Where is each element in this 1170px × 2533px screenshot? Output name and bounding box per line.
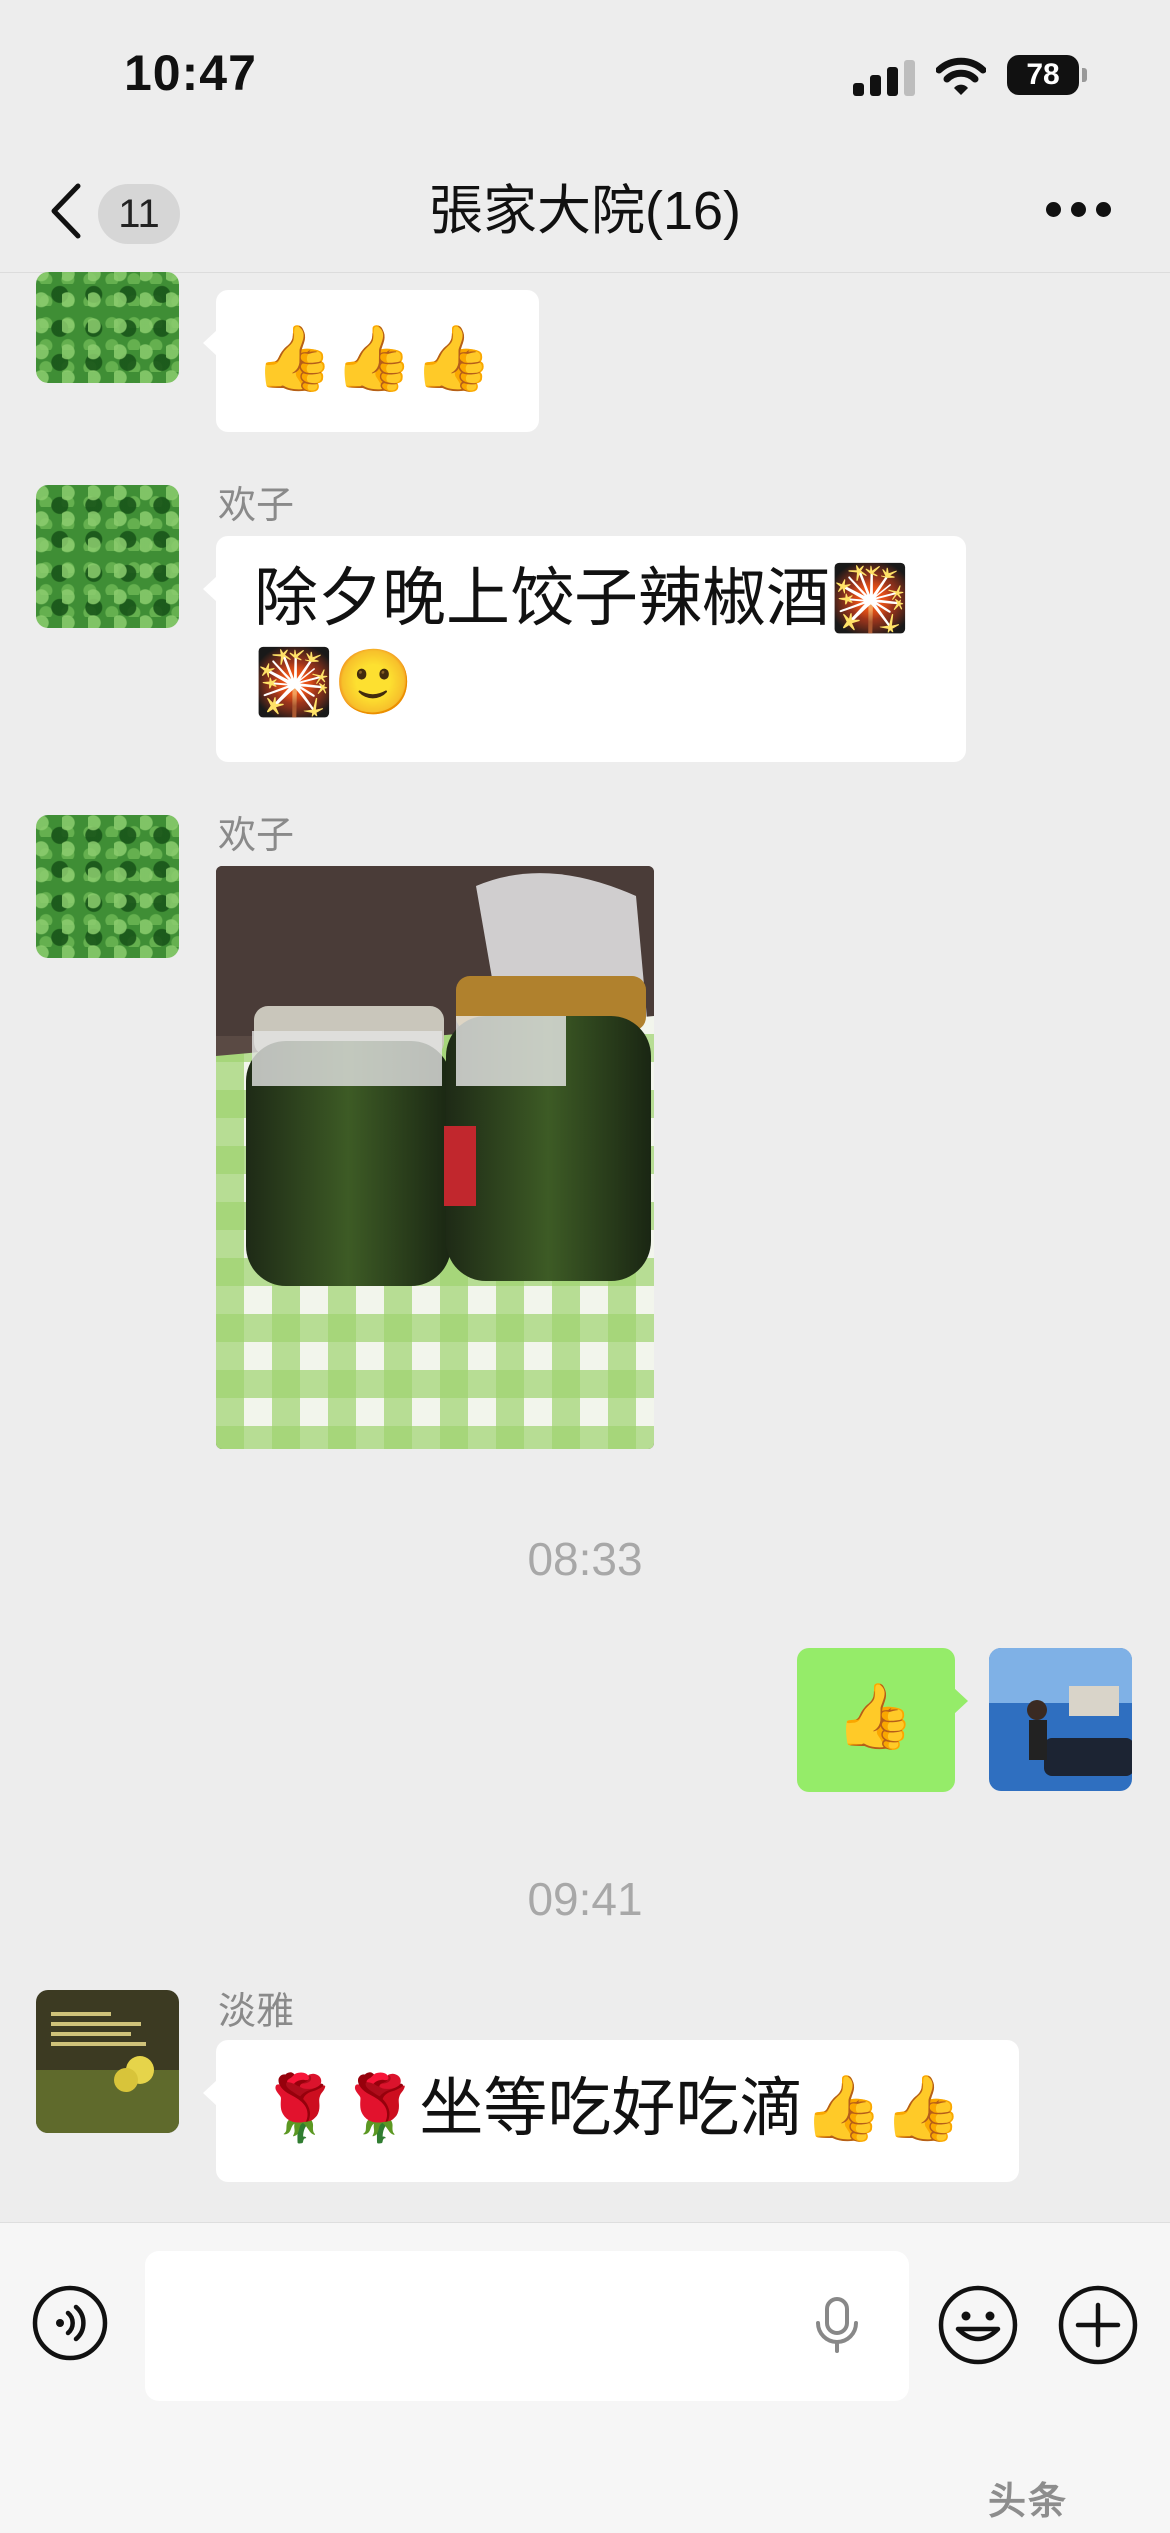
microphone-icon[interactable] — [812, 2297, 862, 2353]
sender-name: 欢子 — [218, 815, 295, 857]
voice-input-button[interactable] — [32, 2285, 108, 2361]
unread-count-badge[interactable]: 11 — [98, 184, 180, 244]
timestamp: 08:33 — [527, 1533, 643, 1585]
more-options-icon[interactable] — [1046, 202, 1112, 220]
own-avatar[interactable] — [989, 1648, 1132, 1791]
message-input[interactable] — [145, 2251, 909, 2401]
message-text: 🌹🌹坐等吃好吃滴👍👍 — [260, 2072, 963, 2144]
avatar[interactable] — [36, 485, 179, 628]
back-chevron-icon[interactable] — [46, 182, 86, 240]
sender-name: 淡雅 — [218, 1991, 295, 2033]
watermark: 头条 — [988, 2481, 1069, 2523]
timestamp: 09:41 — [527, 1873, 643, 1925]
battery-icon: 78 — [1007, 55, 1087, 95]
more-functions-button[interactable] — [1058, 2285, 1138, 2365]
chat-header: 11 張家大院(16) — [0, 150, 1170, 273]
avatar[interactable] — [36, 1990, 179, 2133]
battery-level: 78 — [1026, 58, 1060, 91]
wifi-icon — [936, 57, 986, 95]
message-text: 👍👍👍 — [254, 322, 494, 394]
message-text: 👍 — [835, 1680, 915, 1752]
avatar[interactable] — [36, 815, 179, 958]
emoji-button[interactable] — [938, 2285, 1018, 2365]
own-message-bubble[interactable]: 👍 — [797, 1648, 968, 1792]
pickled-peppers-photo[interactable] — [216, 866, 654, 1449]
sender-name: 欢子 — [218, 485, 295, 527]
cellular-signal-icon — [853, 60, 917, 96]
message-bubble[interactable]: 👍👍👍 — [203, 290, 539, 432]
message-bubble[interactable]: 🌹🌹坐等吃好吃滴👍👍 — [203, 2040, 1019, 2182]
status-time: 10:47 — [124, 45, 257, 101]
message-bubble[interactable]: 除夕晚上饺子辣椒酒🎇 🎇🙂 — [203, 536, 966, 762]
message-text: 除夕晚上饺子辣椒酒🎇 🎇🙂 — [254, 562, 910, 718]
status-bar: 10:47 78 — [0, 0, 1170, 150]
